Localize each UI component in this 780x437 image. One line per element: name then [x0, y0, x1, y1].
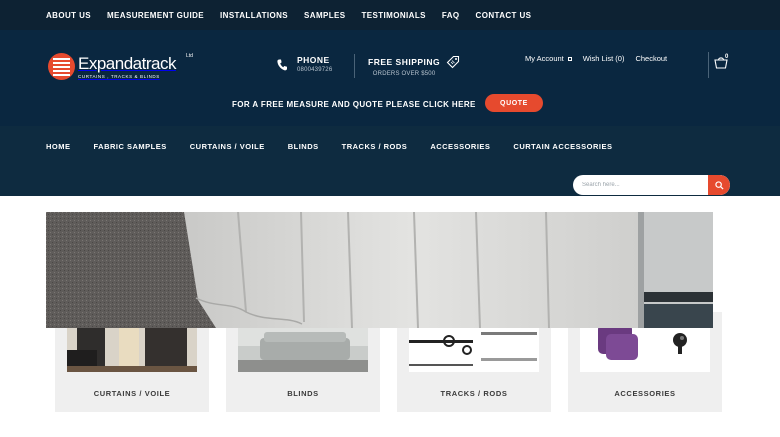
account-links: My Account Wish List (0) Checkout [525, 54, 667, 63]
category-label: ACCESSORIES [614, 389, 676, 398]
top-link-contact-us[interactable]: CONTACT US [476, 11, 532, 20]
shipping-label-row: FREE SHIPPING [368, 55, 460, 69]
site-logo[interactable]: Expandatrack CURTAINS , TRACKS & BLINDS … [48, 53, 193, 80]
header-divider [354, 54, 355, 78]
hero-banner-image [46, 212, 713, 328]
tag-icon [446, 55, 460, 69]
phone-icon [277, 59, 287, 71]
main-nav: HOME FABRIC SAMPLES CURTAINS / VOILE BLI… [0, 126, 780, 196]
nav-item-blinds[interactable]: BLINDS [288, 142, 319, 151]
search-input[interactable] [573, 175, 709, 195]
wish-list-link[interactable]: Wish List (0) [583, 54, 625, 63]
search-bar [573, 175, 730, 195]
cart-divider [708, 52, 709, 78]
top-link-about-us[interactable]: ABOUT US [46, 11, 91, 20]
top-link-faq[interactable]: FAQ [442, 11, 460, 20]
nav-item-home[interactable]: HOME [46, 142, 71, 151]
top-link-installations[interactable]: INSTALLATIONS [220, 11, 288, 20]
category-label: TRACKS / RODS [440, 389, 508, 398]
phone-number[interactable]: 0800439726 [297, 67, 332, 73]
top-link-samples[interactable]: SAMPLES [304, 11, 345, 20]
promo-text: FOR A FREE MEASURE AND QUOTE PLEASE CLIC… [232, 100, 476, 109]
shipping-block: FREE SHIPPING ORDERS OVER $500 [368, 55, 460, 77]
nav-item-curtain-accessories[interactable]: CURTAIN ACCESSORIES [513, 142, 612, 151]
nav-item-tracks-rods[interactable]: TRACKS / RODS [342, 142, 408, 151]
my-account-label: My Account [525, 54, 564, 63]
nav-item-accessories[interactable]: ACCESSORIES [430, 142, 490, 151]
my-account-link[interactable]: My Account [525, 54, 572, 63]
nav-item-curtains-voile[interactable]: CURTAINS / VOILE [190, 142, 265, 151]
phone-block: PHONE 0800439726 [277, 55, 332, 73]
quote-button[interactable]: QUOTE [485, 94, 543, 112]
search-icon [714, 180, 724, 190]
top-link-testimonials[interactable]: TESTIMONIALS [362, 11, 426, 20]
checkout-link[interactable]: Checkout [635, 54, 667, 63]
account-icon [567, 56, 572, 61]
top-link-measurement-guide[interactable]: MEASUREMENT GUIDE [107, 11, 204, 20]
logo-ltd: Ltd [186, 53, 193, 59]
category-label: BLINDS [287, 389, 319, 398]
search-button[interactable] [708, 175, 730, 195]
shipping-value: ORDERS OVER $500 [372, 71, 436, 77]
site-header: Expandatrack CURTAINS , TRACKS & BLINDS … [0, 30, 780, 126]
cart-count: 0 [725, 54, 729, 60]
logo-tagline: CURTAINS , TRACKS & BLINDS [78, 73, 160, 79]
top-utility-bar: ABOUT US MEASUREMENT GUIDE INSTALLATIONS… [0, 0, 780, 30]
phone-label: PHONE [297, 55, 330, 65]
logo-text: Expandatrack CURTAINS , TRACKS & BLINDS [78, 55, 176, 79]
shipping-label: FREE SHIPPING [368, 57, 441, 67]
top-links: ABOUT US MEASUREMENT GUIDE INSTALLATIONS… [46, 0, 531, 30]
nav-item-fabric-samples[interactable]: FABRIC SAMPLES [94, 142, 167, 151]
category-label: CURTAINS / VOILE [93, 389, 171, 398]
main-nav-items: HOME FABRIC SAMPLES CURTAINS / VOILE BLI… [46, 142, 613, 151]
blinds-logo-icon [48, 53, 75, 80]
logo-name: Expandatrack [78, 53, 176, 73]
